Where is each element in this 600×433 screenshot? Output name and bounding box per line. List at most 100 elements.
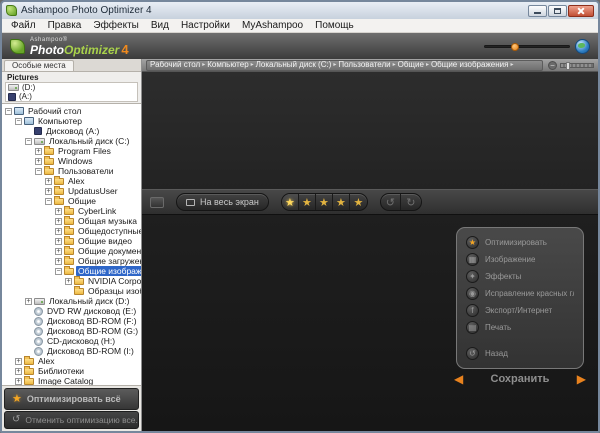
star-rating-button-3[interactable]: ★ bbox=[316, 194, 333, 210]
menu-item-5[interactable]: MyAshampoo bbox=[236, 19, 309, 33]
tree-expander-icon[interactable]: − bbox=[25, 137, 32, 145]
header-slider-thumb[interactable] bbox=[511, 42, 519, 51]
tree-expander-icon[interactable]: + bbox=[55, 207, 62, 215]
tree-item[interactable]: − Общие bbox=[2, 196, 141, 206]
next-image-button[interactable]: ▶ bbox=[577, 373, 586, 385]
close-button[interactable] bbox=[568, 4, 594, 17]
undo-all-button[interactable]: ↺ Отменить оптимизацию все... bbox=[4, 411, 139, 429]
breadcrumb-item-3[interactable]: Пользователи bbox=[338, 61, 390, 70]
zoom-slider-thumb[interactable] bbox=[566, 61, 570, 70]
rotate-right-button[interactable]: ↻ bbox=[401, 194, 421, 210]
tree-item[interactable]: Образцы изобра... bbox=[2, 286, 141, 296]
tree-expander-icon[interactable]: + bbox=[65, 277, 72, 285]
tree-expander-icon[interactable]: + bbox=[35, 147, 42, 155]
tree-item-label: Общедоступные ТВ bbox=[78, 226, 141, 236]
tree-item[interactable]: + Библиотеки bbox=[2, 366, 141, 376]
tree-expander-icon[interactable]: + bbox=[15, 357, 22, 365]
tree-expander-icon[interactable]: + bbox=[15, 377, 22, 385]
tree-expander-icon[interactable]: + bbox=[15, 367, 22, 375]
zoom-slider[interactable] bbox=[560, 61, 594, 70]
tree-expander-icon[interactable]: − bbox=[45, 197, 52, 205]
header-slider[interactable] bbox=[484, 42, 570, 51]
tree-item[interactable]: + Общие видео bbox=[2, 236, 141, 246]
tree-expander-icon[interactable]: + bbox=[55, 217, 62, 225]
breadcrumb-bar: Рабочий стол ▸ Компьютер ▸ Локальный диск (C… bbox=[142, 59, 598, 72]
tree-item[interactable]: + CyberLink bbox=[2, 206, 141, 216]
tree-item[interactable]: Дисковод (A:) bbox=[2, 126, 141, 136]
right-menu-item-back[interactable]: ↺ Назад bbox=[457, 345, 583, 362]
zoom-out-button[interactable]: − bbox=[548, 60, 557, 70]
menu-item-1[interactable]: Правка bbox=[42, 19, 88, 33]
menu-item-4[interactable]: Настройки bbox=[175, 19, 236, 33]
tree-expander-icon[interactable]: + bbox=[35, 157, 42, 165]
menu-item-3[interactable]: Вид bbox=[145, 19, 175, 33]
rotate-left-button[interactable]: ↺ bbox=[381, 194, 401, 210]
minimize-button[interactable] bbox=[528, 4, 547, 17]
tree-item[interactable]: Дисковод BD-ROM (I:) bbox=[2, 346, 141, 356]
tree-item[interactable]: − Общие изображения bbox=[2, 266, 141, 276]
breadcrumb-item-5[interactable]: Общие изображения bbox=[431, 61, 509, 70]
fullscreen-button[interactable]: На весь экран bbox=[176, 193, 269, 211]
tree-expander-icon[interactable]: + bbox=[55, 247, 62, 255]
tree-item[interactable]: + Windows bbox=[2, 156, 141, 166]
tree-expander-icon[interactable]: + bbox=[45, 187, 52, 195]
cd-icon bbox=[34, 306, 43, 316]
content-area: Особые места Pictures (D:) (A:) − Рабочий … bbox=[2, 59, 598, 431]
maximize-button[interactable] bbox=[548, 4, 567, 17]
star-rating-button-5[interactable]: ★ bbox=[350, 194, 367, 210]
tree-item[interactable]: − Пользователи bbox=[2, 166, 141, 176]
tree-item[interactable]: + Общедоступные ТВ bbox=[2, 226, 141, 236]
tree-item[interactable]: + NVIDIA Corporation bbox=[2, 276, 141, 286]
breadcrumb-item-0[interactable]: Рабочий стол bbox=[150, 61, 200, 70]
tree-item[interactable]: − Компьютер bbox=[2, 116, 141, 126]
star-rating-button-4[interactable]: ★ bbox=[333, 194, 350, 210]
tree-expander-icon[interactable]: + bbox=[55, 257, 62, 265]
right-menu-label: Изображение bbox=[485, 255, 536, 264]
tree-expander-icon[interactable]: + bbox=[25, 297, 32, 305]
favorite-item[interactable]: (A:) bbox=[8, 92, 135, 101]
tree-item[interactable]: + UpdatusUser bbox=[2, 186, 141, 196]
tree-expander-icon[interactable]: − bbox=[35, 167, 42, 175]
tree-item[interactable]: Дисковод BD-ROM (F:) bbox=[2, 316, 141, 326]
tree-item[interactable]: + Program Files bbox=[2, 146, 141, 156]
right-menu-item-export[interactable]: f Экспорт/Интернет bbox=[457, 302, 583, 319]
previous-image-button[interactable]: ◀ bbox=[454, 373, 463, 385]
globe-icon[interactable] bbox=[575, 38, 590, 54]
breadcrumb-item-1[interactable]: Компьютер bbox=[207, 61, 248, 70]
tree-expander-icon[interactable]: − bbox=[5, 107, 12, 115]
tree-item[interactable]: − Локальный диск (C:) bbox=[2, 136, 141, 146]
tree-expander-icon[interactable]: + bbox=[55, 237, 62, 245]
right-menu-item-star[interactable]: ★ Оптимизировать bbox=[457, 234, 583, 251]
right-menu-item-print[interactable]: ▤ Печать bbox=[457, 319, 583, 336]
tab-special-places[interactable]: Особые места bbox=[4, 60, 74, 71]
menu-item-6[interactable]: Помощь bbox=[309, 19, 360, 33]
tree-item[interactable]: + Alex bbox=[2, 356, 141, 366]
right-menu-item-effects[interactable]: ✦ Эффекты bbox=[457, 268, 583, 285]
star-rating-button-2[interactable]: ★ bbox=[299, 194, 316, 210]
tree-item[interactable]: DVD RW дисковод (E:) bbox=[2, 306, 141, 316]
tree-item[interactable]: + Общая музыка bbox=[2, 216, 141, 226]
tree-expander-icon[interactable]: + bbox=[55, 227, 62, 235]
favorite-item[interactable]: (D:) bbox=[8, 83, 135, 92]
tree-expander-icon[interactable]: − bbox=[15, 117, 22, 125]
optimize-all-button[interactable]: ★ Оптимизировать всё bbox=[4, 388, 139, 410]
menu-item-2[interactable]: Эффекты bbox=[87, 19, 144, 33]
save-button[interactable]: Сохранить bbox=[491, 373, 550, 385]
menu-item-0[interactable]: Файл bbox=[5, 19, 42, 33]
right-menu-item-image[interactable]: ▦ Изображение bbox=[457, 251, 583, 268]
tree-item[interactable]: − Рабочий стол bbox=[2, 106, 141, 116]
image-mode-icon[interactable] bbox=[150, 196, 164, 208]
tree-item[interactable]: CD-дисковод (H:) bbox=[2, 336, 141, 346]
tree-item[interactable]: + Image Catalog bbox=[2, 376, 141, 385]
tree-expander-icon[interactable]: + bbox=[45, 177, 52, 185]
tree-expander-icon[interactable]: − bbox=[55, 267, 62, 275]
tree-item[interactable]: + Общие документы bbox=[2, 246, 141, 256]
breadcrumb-item-2[interactable]: Локальный диск (C:) bbox=[256, 61, 332, 70]
tree-item[interactable]: Дисковод BD-ROM (G:) bbox=[2, 326, 141, 336]
right-menu-item-red-eye[interactable]: ◉ Исправление красных глаз bbox=[457, 285, 583, 302]
tree-item[interactable]: + Общие загруженные bbox=[2, 256, 141, 266]
tree-item[interactable]: + Alex bbox=[2, 176, 141, 186]
breadcrumb-item-4[interactable]: Общие bbox=[398, 61, 424, 70]
star-rating-button-1[interactable]: ★ bbox=[281, 194, 299, 210]
tree-item[interactable]: + Локальный диск (D:) bbox=[2, 296, 141, 306]
